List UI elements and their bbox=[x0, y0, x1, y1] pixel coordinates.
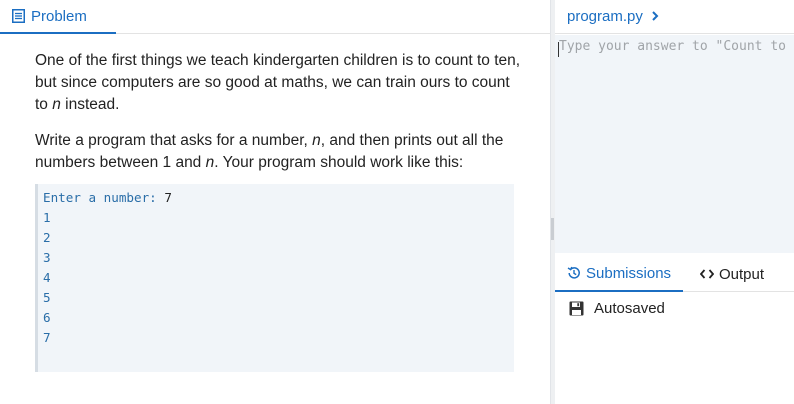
tab-problem-label: Problem bbox=[31, 7, 87, 25]
tab-submissions[interactable]: Submissions bbox=[555, 256, 683, 292]
save-icon bbox=[569, 301, 584, 316]
example-output-line: 1 bbox=[43, 210, 51, 225]
example-prompt: Enter a number: bbox=[43, 190, 165, 205]
document-icon bbox=[12, 9, 25, 23]
problem-tabbar: Problem bbox=[0, 0, 550, 34]
example-output-line: 2 bbox=[43, 230, 51, 245]
code-editor[interactable] bbox=[555, 35, 794, 253]
example-output-line: 6 bbox=[43, 310, 51, 325]
tab-output-label: Output bbox=[719, 265, 765, 283]
code-icon bbox=[700, 268, 714, 280]
tab-problem[interactable]: Problem bbox=[0, 0, 116, 34]
file-tab-label: program.py bbox=[567, 8, 643, 25]
chevron-right-icon bbox=[651, 9, 659, 24]
para2-text-end: . Your program should work like this: bbox=[214, 154, 464, 171]
para2-text: Write a program that asks for a number, bbox=[35, 132, 313, 149]
example-output-line: 3 bbox=[43, 250, 51, 265]
tab-submissions-label: Submissions bbox=[586, 264, 672, 282]
text-cursor bbox=[558, 42, 559, 57]
example-output-line: 7 bbox=[43, 330, 51, 345]
problem-pane: Problem One of the first things we teach… bbox=[0, 0, 550, 404]
problem-description: One of the first things we teach kinderg… bbox=[35, 50, 525, 188]
example-output-line: 5 bbox=[43, 290, 51, 305]
output-panel-tabbar: Submissions Output bbox=[555, 256, 794, 292]
para1-text-end: instead. bbox=[60, 96, 120, 113]
example-output-block: Enter a number: 7 1 2 3 4 5 6 7 bbox=[35, 184, 514, 372]
resize-handle[interactable] bbox=[551, 218, 554, 240]
para1-var: n bbox=[52, 96, 61, 113]
problem-paragraph-2: Write a program that asks for a number, … bbox=[35, 130, 525, 174]
autosave-label: Autosaved bbox=[594, 300, 665, 317]
history-icon bbox=[567, 266, 581, 280]
editor-pane: program.py Submissions bbox=[555, 0, 794, 404]
example-prompt-line: Enter a number: 7 bbox=[43, 188, 514, 208]
code-input[interactable] bbox=[559, 39, 794, 249]
para2-var1: n bbox=[312, 132, 321, 149]
example-input: 7 bbox=[164, 190, 172, 205]
file-tab-program[interactable]: program.py bbox=[555, 0, 794, 34]
problem-paragraph-1: One of the first things we teach kinderg… bbox=[35, 50, 525, 116]
para2-var2: n bbox=[205, 154, 215, 171]
autosave-status: Autosaved bbox=[569, 300, 665, 317]
example-output-line: 4 bbox=[43, 270, 51, 285]
tab-output[interactable]: Output bbox=[700, 256, 764, 292]
